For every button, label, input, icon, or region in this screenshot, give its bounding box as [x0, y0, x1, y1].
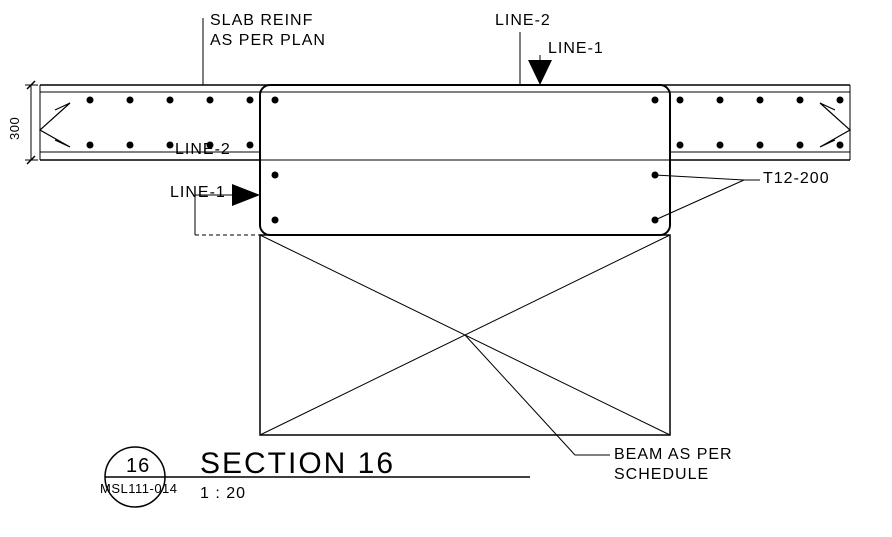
section-circle-number: 16	[126, 455, 150, 478]
slab-reinf-label-1: SLAB REINF	[210, 12, 313, 30]
beam-label-1: BEAM AS PER	[614, 446, 733, 464]
line1-top-label: LINE-1	[548, 40, 604, 58]
line2-left-label: LINE-2	[175, 141, 231, 159]
slab-reinf-label-2: AS PER PLAN	[210, 32, 326, 50]
line2-top-label: LINE-2	[495, 12, 551, 30]
line1-left-label: LINE-1	[170, 184, 226, 202]
beam-label-2: SCHEDULE	[614, 466, 709, 484]
section-scale: 1 : 20	[200, 485, 246, 503]
section-title: SECTION 16	[200, 447, 395, 481]
dim-300: 300	[7, 117, 22, 140]
sheet-ref: MSL111-014	[100, 481, 178, 496]
t12-label: T12-200	[763, 170, 830, 188]
